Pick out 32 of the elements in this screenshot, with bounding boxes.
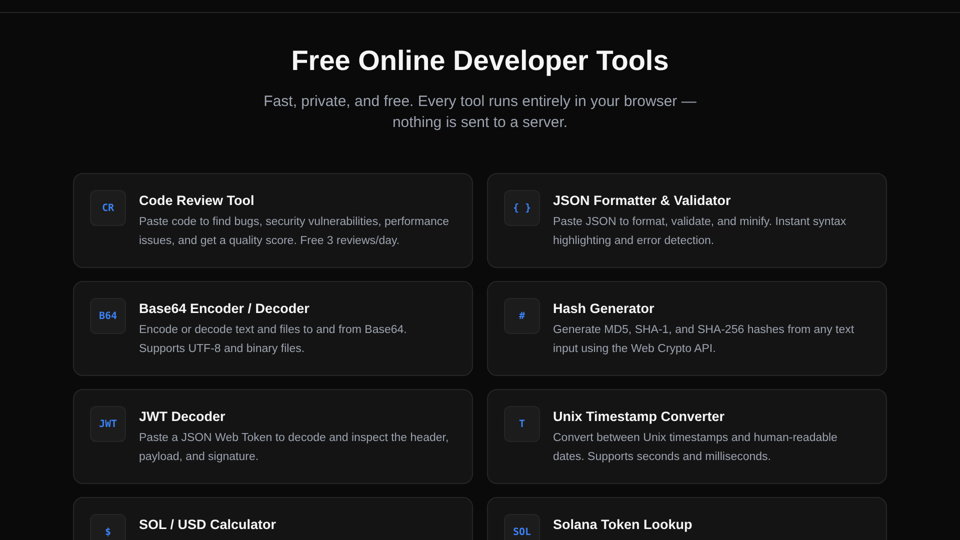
tool-card[interactable]: # Hash Generator Generate MD5, SHA-1, and SHA-256 hashes from any text input using the Web Crypto API. <box>487 281 887 376</box>
tool-card[interactable]: T Unix Timestamp Converter Convert between Unix timestamps and human-readable dates. Supports seconds and milliseconds. <box>487 389 887 484</box>
tool-description: Paste a JSON Web Token to decode and inspect the header, payload, and signature. <box>139 431 450 465</box>
tool-card[interactable]: SOL Solana Token Lookup <box>487 497 887 540</box>
tool-card[interactable]: $ SOL / USD Calculator <box>73 497 473 540</box>
tool-name: Hash Generator <box>553 300 656 318</box>
tool-badge: SOL <box>504 514 540 540</box>
tool-badge: T <box>504 406 540 442</box>
tool-badge: B64 <box>90 298 126 334</box>
tool-description: Encode or decode text and files to and from Base64. Supports UTF-8 and binary files. <box>139 323 408 357</box>
tool-name: JWT Decoder <box>139 408 226 426</box>
tool-card[interactable]: CR Code Review Tool Paste code to find bugs, security vulnerabilities, performance issues, and get a quality score. Free 3 reviews/day. <box>73 173 473 268</box>
tool-card[interactable]: B64 Base64 Encoder / Decoder Encode or decode text and files to and from Base64. Supports UTF-8 and binary files. <box>73 281 473 376</box>
tool-badge: { } <box>504 190 540 226</box>
tool-name: JSON Formatter & Validator <box>553 192 732 210</box>
tool-card[interactable]: { } JSON Formatter & Validator Paste JSON to format, validate, and minify. Instant syntax highlighting and error detection. <box>487 173 887 268</box>
tool-card[interactable]: JWT JWT Decoder Paste a JSON Web Token to decode and inspect the header, payload, and signature. <box>73 389 473 484</box>
page-title: Free Online Developer Tools <box>291 44 669 78</box>
tool-badge: JWT <box>90 406 126 442</box>
tool-badge: CR <box>90 190 126 226</box>
tool-description: Generate MD5, SHA-1, and SHA-256 hashes from any text input using the Web Crypto API. <box>553 323 856 357</box>
tool-name: SOL / USD Calculator <box>139 516 276 534</box>
tool-name: Base64 Encoder / Decoder <box>139 300 310 318</box>
page-subtitle: Fast, private, and free. Every tool runs entirely in your browser — nothing is sent to a server. <box>262 92 698 133</box>
tool-description: Convert between Unix timestamps and human-readable dates. Supports seconds and milliseconds. <box>553 431 838 465</box>
tool-name: Solana Token Lookup <box>553 516 692 534</box>
tool-description: Paste JSON to format, validate, and minify. Instant syntax highlighting and error detection. <box>553 215 848 249</box>
tool-badge: $ <box>90 514 126 540</box>
tool-name: Unix Timestamp Converter <box>553 408 726 426</box>
tool-description: Paste code to find bugs, security vulnerabilities, performance issues, and get a quality score. Free 3 reviews/day. <box>139 215 450 249</box>
tool-badge: # <box>504 298 540 334</box>
tool-name: Code Review Tool <box>139 192 256 210</box>
